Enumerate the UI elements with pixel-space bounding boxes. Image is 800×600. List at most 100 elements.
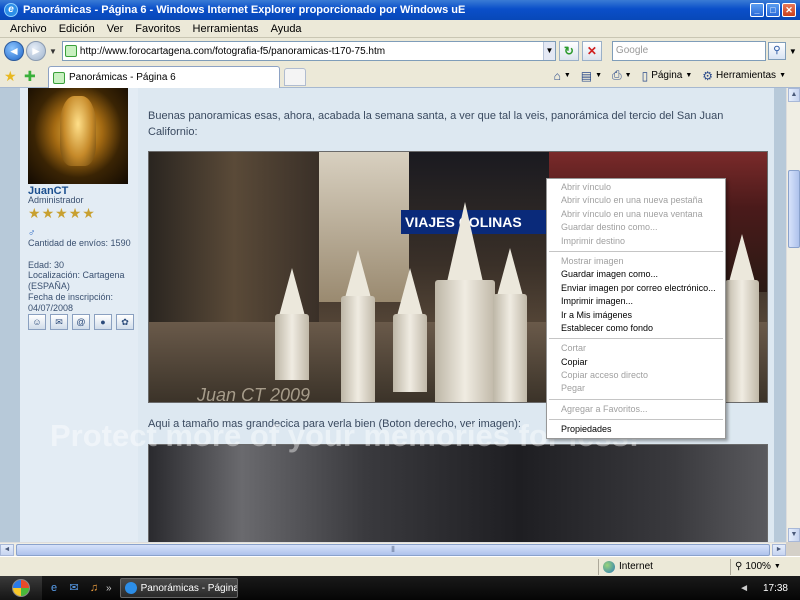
- search-input[interactable]: Google: [611, 41, 766, 61]
- forward-button[interactable]: ►: [26, 41, 46, 61]
- zoom-dropdown-icon[interactable]: ▼: [774, 563, 781, 570]
- context-menu: Abrir vínculo Abrir vínculo en una nueva…: [546, 178, 726, 439]
- tray-expand-icon[interactable]: ◄: [739, 583, 749, 594]
- messenger-icon[interactable]: ✿: [116, 314, 134, 330]
- tools-menu-icon[interactable]: ⚙: [702, 69, 713, 83]
- menu-herramientas[interactable]: Herramientas: [187, 23, 265, 35]
- menu-item-open-link-new-tab[interactable]: Abrir vínculo en una nueva pestaña: [547, 194, 725, 207]
- menu-item-print-image[interactable]: Imprimir imagen...: [547, 295, 725, 308]
- ie-quicklaunch-icon[interactable]: e: [46, 580, 62, 596]
- maximize-button[interactable]: □: [766, 3, 780, 17]
- home-icon[interactable]: ⌂: [554, 69, 561, 83]
- page-menu-button[interactable]: Página: [651, 70, 682, 81]
- minimize-button[interactable]: _: [750, 3, 764, 17]
- messenger-quicklaunch-icon[interactable]: ✉: [66, 580, 82, 596]
- back-button[interactable]: ◄: [4, 41, 24, 61]
- scroll-left-icon[interactable]: ◄: [0, 544, 14, 556]
- tools-menu-button[interactable]: Herramientas: [716, 70, 776, 81]
- photo-watermark: Juan CT 2009: [197, 385, 311, 403]
- menu-item-properties[interactable]: Propiedades: [547, 423, 725, 436]
- search-icon[interactable]: ⚲: [767, 42, 786, 60]
- horizontal-scrollbar[interactable]: ◄ ⦀ ►: [0, 542, 786, 556]
- refresh-button[interactable]: ↻: [558, 41, 579, 61]
- menu-item-show-image[interactable]: Mostrar imagen: [547, 255, 725, 268]
- menu-item-set-background[interactable]: Establecer como fondo: [547, 322, 725, 335]
- menu-archivo[interactable]: Archivo: [4, 23, 53, 35]
- menu-item-copy[interactable]: Copiar: [547, 356, 725, 369]
- page-menu-icon[interactable]: ▯: [642, 69, 649, 83]
- add-favorites-icon[interactable]: ✚: [24, 68, 36, 85]
- menu-item-open-link[interactable]: Abrir vínculo: [547, 181, 725, 194]
- window-title: Panorámicas - Página 6 - Windows Interne…: [23, 4, 466, 16]
- tab-title: Panorámicas - Página 6: [69, 72, 176, 83]
- page-dropdown-icon[interactable]: ▼: [685, 72, 692, 79]
- tools-dropdown-icon[interactable]: ▼: [779, 72, 786, 79]
- menu-item-copy-shortcut[interactable]: Copiar acceso directo: [547, 369, 725, 382]
- search-options-icon[interactable]: ▼: [789, 47, 797, 56]
- scroll-up-icon[interactable]: ▲: [788, 88, 800, 102]
- address-field[interactable]: http://www.forocartagena.com/fotografia-…: [61, 41, 556, 61]
- post-text: Buenas panoramicas esas, ahora, acabada …: [148, 110, 724, 138]
- large-photo[interactable]: [148, 444, 768, 542]
- system-tray: ◄ 17:38: [739, 583, 800, 594]
- quicklaunch-expand-icon[interactable]: »: [106, 583, 112, 594]
- page-icon: [64, 45, 77, 57]
- zoom-control[interactable]: ⚲ 100% ▼: [730, 558, 800, 575]
- menu-item-paste[interactable]: Pegar: [547, 382, 725, 395]
- tab-panoramicas[interactable]: Panorámicas - Página 6: [48, 66, 280, 88]
- command-bar: ⌂ ▼ ▤ ▼ ⎙ ▼ ▯ Página ▼ ⚙ Herramientas ▼: [544, 68, 786, 83]
- address-url[interactable]: http://www.forocartagena.com/fotografia-…: [80, 46, 543, 57]
- zoom-level: 100%: [745, 561, 771, 572]
- quick-launch: e ✉ ♫: [46, 580, 106, 596]
- horizontal-scroll-thumb[interactable]: ⦀: [16, 544, 770, 556]
- menu-item-open-link-new-window[interactable]: Abrir vínculo en una nueva ventana: [547, 208, 725, 221]
- start-button[interactable]: [0, 576, 42, 600]
- address-dropdown-icon[interactable]: ▼: [542, 42, 555, 60]
- home-dropdown-icon[interactable]: ▼: [564, 72, 571, 79]
- menu-item-save-target[interactable]: Guardar destino como...: [547, 221, 725, 234]
- print-dropdown-icon[interactable]: ▼: [625, 72, 632, 79]
- website-icon[interactable]: ●: [94, 314, 112, 330]
- rank-stars: ★ ★ ★ ★ ★: [28, 205, 96, 222]
- stop-button[interactable]: ✕: [581, 41, 602, 61]
- favorites-star-icon[interactable]: ★: [4, 68, 17, 85]
- menu-item-email-image[interactable]: Enviar imagen por correo electrónico...: [547, 282, 725, 295]
- menu-item-my-pictures[interactable]: Ir a Mis imágenes: [547, 309, 725, 322]
- new-tab-button[interactable]: [284, 68, 306, 86]
- profile-icon[interactable]: ☺: [28, 314, 46, 330]
- nazareno-hood: [729, 234, 755, 282]
- taskbar-ie-window[interactable]: Panorámicas - Página...: [119, 578, 238, 598]
- menu-ayuda[interactable]: Ayuda: [265, 23, 308, 35]
- nazareno-hood: [497, 248, 523, 296]
- menu-ver[interactable]: Ver: [101, 23, 130, 35]
- feeds-icon[interactable]: ▤: [581, 69, 592, 83]
- clock[interactable]: 17:38: [763, 583, 788, 594]
- menu-edicion[interactable]: Edición: [53, 23, 101, 35]
- menu-item-save-image[interactable]: Guardar imagen como...: [547, 268, 725, 281]
- feeds-dropdown-icon[interactable]: ▼: [595, 72, 602, 79]
- scroll-right-icon[interactable]: ►: [772, 544, 786, 556]
- vertical-scrollbar[interactable]: ▲ ▼: [786, 88, 800, 542]
- status-bar: Internet ⚲ 100% ▼: [0, 556, 800, 576]
- menu-favoritos[interactable]: Favoritos: [129, 23, 186, 35]
- scroll-down-icon[interactable]: ▼: [788, 528, 800, 542]
- tab-bar: ★ ✚ Panorámicas - Página 6 ⌂ ▼ ▤ ▼ ⎙ ▼ ▯ Pág…: [0, 64, 800, 88]
- join-date: Fecha de inscripción: 04/07/2008: [28, 292, 114, 313]
- menu-item-add-favorites[interactable]: Agregar a Favoritos...: [547, 403, 725, 416]
- title-bar: e Panorámicas - Página 6 - Windows Inter…: [0, 0, 800, 20]
- print-icon[interactable]: ⎙: [612, 68, 622, 83]
- security-zone[interactable]: Internet: [598, 558, 730, 575]
- media-quicklaunch-icon[interactable]: ♫: [86, 580, 102, 596]
- nazareno-robe: [275, 314, 309, 380]
- menu-item-cut[interactable]: Cortar: [547, 342, 725, 355]
- history-dropdown-icon[interactable]: ▼: [49, 47, 57, 56]
- vertical-scroll-thumb[interactable]: [788, 170, 800, 248]
- private-message-icon[interactable]: ✉: [50, 314, 68, 330]
- email-icon[interactable]: @: [72, 314, 90, 330]
- close-button[interactable]: ✕: [782, 3, 796, 17]
- zoom-icon: ⚲: [735, 561, 743, 572]
- star-icon: ★: [55, 205, 68, 221]
- menu-bar: Archivo Edición Ver Favoritos Herramient…: [0, 20, 800, 38]
- taskbar: e ✉ ♫ » Panorámicas - Página... ◄ 17:38: [0, 576, 800, 600]
- menu-item-print-target[interactable]: Imprimir destino: [547, 235, 725, 248]
